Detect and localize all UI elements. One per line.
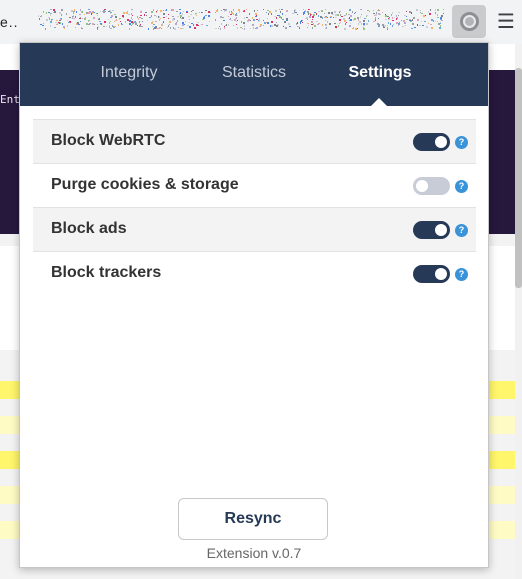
tab-integrity[interactable]: Integrity: [78, 43, 180, 106]
page-scrollbar[interactable]: [515, 44, 522, 579]
setting-label: Block ads: [51, 220, 127, 237]
active-tab-indicator: [371, 98, 387, 106]
menu-icon[interactable]: ☰: [496, 8, 516, 34]
extension-button[interactable]: [452, 5, 486, 38]
toggle-knob: [435, 268, 447, 280]
tab-settings[interactable]: Settings: [330, 43, 430, 106]
extension-popup: Integrity Statistics Settings Block WebR…: [19, 42, 489, 568]
scrollbar-thumb[interactable]: [515, 68, 522, 288]
tab-bar: Integrity Statistics Settings: [20, 43, 488, 106]
browser-toolbar: e.. ☰: [0, 0, 522, 44]
help-icon[interactable]: ?: [455, 180, 468, 193]
setting-row-block-webrtc: Block WebRTC ?: [33, 119, 476, 163]
page-header-text: Ent: [0, 93, 20, 106]
setting-row-block-trackers: Block trackers ?: [33, 251, 476, 295]
toggle-knob: [416, 180, 428, 192]
purge-cookies-toggle[interactable]: [413, 177, 450, 195]
help-icon[interactable]: ?: [455, 268, 468, 281]
setting-label: Block trackers: [51, 264, 162, 281]
gear-icon: [460, 12, 479, 31]
setting-label: Block WebRTC: [51, 132, 166, 149]
address-bar-text[interactable]: e..: [0, 14, 19, 30]
block-ads-toggle[interactable]: [413, 221, 450, 239]
setting-row-purge-cookies: Purge cookies & storage ?: [33, 163, 476, 207]
version-label: Extension v.0.7: [206, 545, 302, 561]
toggle-knob: [435, 136, 447, 148]
tab-statistics[interactable]: Statistics: [204, 43, 304, 106]
block-webrtc-toggle[interactable]: [413, 133, 450, 151]
help-icon[interactable]: ?: [455, 136, 468, 149]
setting-row-block-ads: Block ads ?: [33, 207, 476, 251]
block-trackers-toggle[interactable]: [413, 265, 450, 283]
extension-icons-strip[interactable]: [38, 9, 446, 31]
setting-label: Purge cookies & storage: [51, 176, 239, 193]
resync-button[interactable]: Resync: [178, 498, 328, 540]
toggle-knob: [435, 224, 447, 236]
settings-list: Block WebRTC ? Purge cookies & storage ?…: [33, 119, 476, 295]
help-icon[interactable]: ?: [455, 224, 468, 237]
